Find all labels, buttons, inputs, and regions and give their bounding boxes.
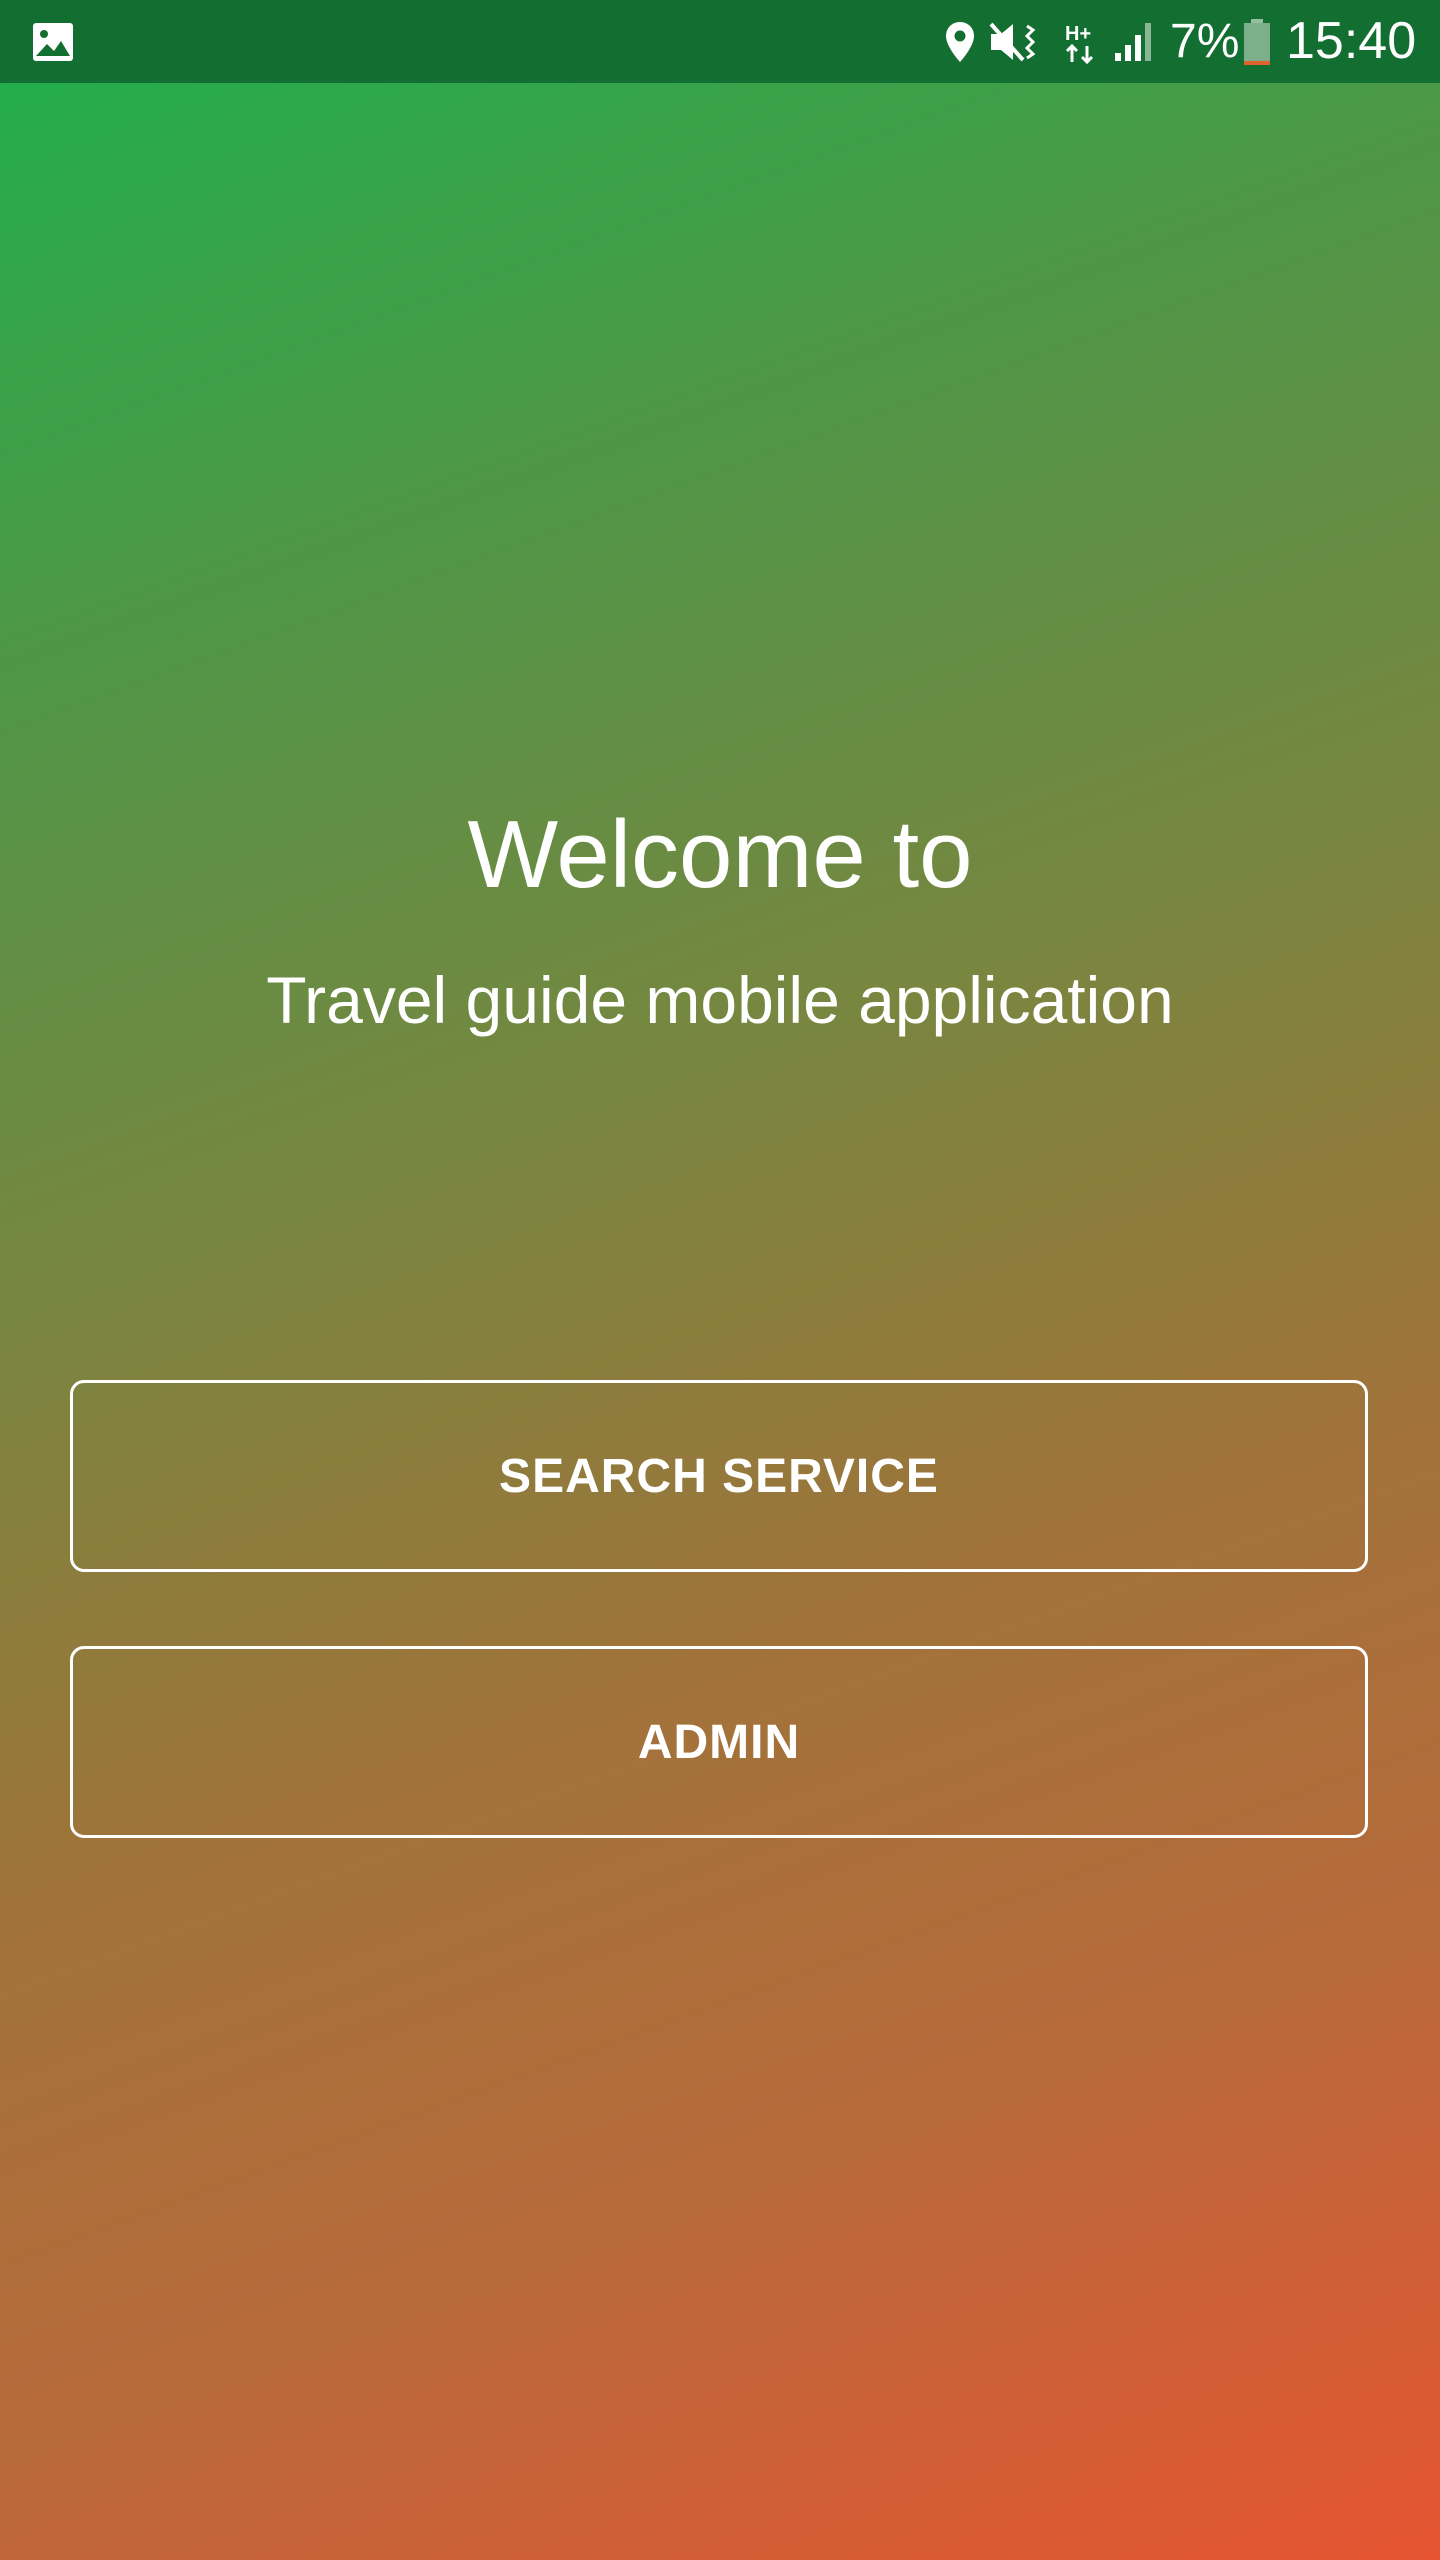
location-icon [940,0,980,83]
welcome-title: Welcome to [467,801,973,908]
network-type-label: H+ [1065,23,1091,45]
search-service-button[interactable]: SEARCH SERVICE [70,1380,1368,1572]
battery-icon [1240,0,1274,83]
hplus-network-icon: H+ [1062,0,1100,83]
app-screen: H+ 7% 15:40 Welcome to Travel guide mobi… [0,0,1440,2560]
admin-button[interactable]: ADMIN [70,1646,1368,1838]
signal-icon [1112,0,1158,83]
admin-label: ADMIN [637,1715,801,1769]
gallery-icon [30,0,76,83]
mute-vibrate-icon [988,0,1040,83]
welcome-subtitle: Travel guide mobile application [266,963,1174,1037]
search-service-label: SEARCH SERVICE [499,1449,939,1503]
status-bar: H+ 7% 15:40 [0,0,1440,83]
battery-percent: 7% [1170,15,1240,68]
status-time: 15:40 [1286,12,1417,70]
